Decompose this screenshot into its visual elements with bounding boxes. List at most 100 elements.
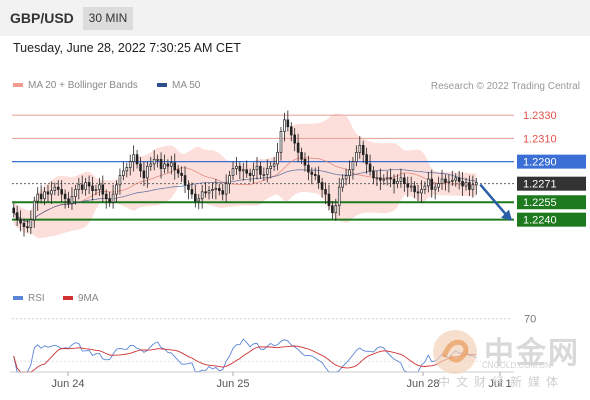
- candle-body: [108, 198, 111, 203]
- level-label-1.2330: 1.2330: [523, 110, 557, 122]
- candle-body: [252, 169, 255, 176]
- level-label-1.2290: 1.2290: [523, 157, 557, 169]
- candle-body: [12, 207, 16, 214]
- candle-body: [341, 178, 344, 188]
- candle-body: [118, 175, 122, 186]
- candle-body: [433, 186, 437, 190]
- candle-body: [423, 185, 427, 190]
- candle-body: [80, 184, 84, 190]
- candle-body: [146, 165, 149, 179]
- candle-body: [46, 191, 50, 195]
- candle-body: [303, 158, 307, 166]
- candle-body: [176, 169, 180, 174]
- candle-body: [241, 169, 245, 172]
- candle-body: [317, 175, 320, 183]
- candle-body: [296, 142, 300, 153]
- candle-body: [197, 198, 201, 202]
- rsi-line: [13, 338, 477, 373]
- candle-body: [235, 165, 238, 169]
- candle-body: [228, 175, 231, 185]
- candle-body: [259, 165, 262, 175]
- candle-body: [331, 205, 334, 214]
- watermark-tagline: 中文财经新媒体: [438, 375, 565, 389]
- candle-body: [170, 162, 173, 167]
- candle-body: [156, 158, 159, 161]
- candle-body: [84, 182, 87, 190]
- candle-body: [416, 191, 420, 194]
- candle-body: [29, 219, 33, 229]
- candle-body: [406, 183, 410, 188]
- candle-body: [474, 182, 478, 186]
- candle-body: [289, 126, 293, 136]
- candle-body: [60, 189, 63, 195]
- candle-body: [135, 154, 139, 165]
- candle-body: [272, 163, 276, 167]
- candle-body: [224, 183, 228, 195]
- candle-body: [125, 167, 129, 172]
- candle-body: [293, 134, 296, 144]
- candle-body: [265, 168, 269, 175]
- candle-body: [19, 219, 22, 224]
- candle-body: [36, 193, 39, 202]
- candle-body: [337, 186, 341, 207]
- candle-body: [56, 186, 60, 190]
- candle-body: [320, 182, 324, 190]
- candle-body: [392, 178, 396, 185]
- candle-body: [444, 178, 447, 183]
- candle-body: [262, 174, 266, 176]
- x-tick-label: Jun 28: [406, 378, 439, 390]
- candle-body: [53, 186, 57, 191]
- candle-body: [142, 170, 146, 179]
- candle-body: [361, 145, 365, 156]
- candle-body: [32, 200, 36, 221]
- candle-body: [365, 154, 368, 165]
- candle-body: [207, 190, 211, 194]
- candle-body: [327, 193, 331, 207]
- x-tick-label: Jun 25: [216, 378, 249, 390]
- candle-body: [437, 183, 440, 188]
- candle-body: [139, 163, 142, 172]
- candle-body: [50, 190, 53, 195]
- level-label-1.2240: 1.2240: [523, 215, 557, 227]
- candle-body: [399, 177, 403, 182]
- candle-body: [43, 191, 46, 200]
- candle-body: [74, 189, 77, 197]
- candle-body: [468, 182, 471, 190]
- rsi-ma-line: [13, 345, 477, 373]
- candle-body: [214, 187, 218, 190]
- candle-body: [403, 177, 406, 185]
- candle-body: [218, 187, 221, 191]
- candle-body: [461, 181, 464, 187]
- candle-body: [200, 191, 204, 200]
- candle-body: [324, 189, 327, 195]
- candle-body: [382, 178, 386, 181]
- candle-body: [166, 163, 170, 167]
- candle-body: [427, 178, 430, 187]
- candle-body: [385, 177, 389, 180]
- candle-body: [334, 205, 338, 214]
- level-label-1.2271: 1.2271: [523, 179, 557, 191]
- candle-body: [430, 178, 434, 190]
- candle-body: [358, 145, 362, 153]
- candle-body: [286, 119, 290, 128]
- candle-body: [98, 184, 101, 190]
- candle-body: [115, 184, 118, 195]
- candle-body: [231, 168, 235, 176]
- candle-body: [94, 189, 98, 191]
- candle-body: [26, 226, 29, 229]
- candle-body: [440, 178, 444, 185]
- candle-body: [149, 163, 153, 167]
- x-tick-label: Jun 24: [51, 378, 84, 390]
- candle-body: [420, 189, 423, 194]
- candle-body: [180, 172, 183, 176]
- watermark-url: CNGOLD.COM.CN: [482, 361, 551, 370]
- candle-body: [255, 165, 259, 171]
- candle-body: [15, 212, 19, 221]
- rsi-level-label: 70: [524, 314, 536, 326]
- candle-body: [91, 185, 94, 191]
- candle-body: [77, 184, 81, 190]
- candle-body: [163, 163, 166, 169]
- candle-body: [221, 190, 225, 195]
- candle-body: [310, 171, 314, 175]
- candle-body: [245, 169, 249, 174]
